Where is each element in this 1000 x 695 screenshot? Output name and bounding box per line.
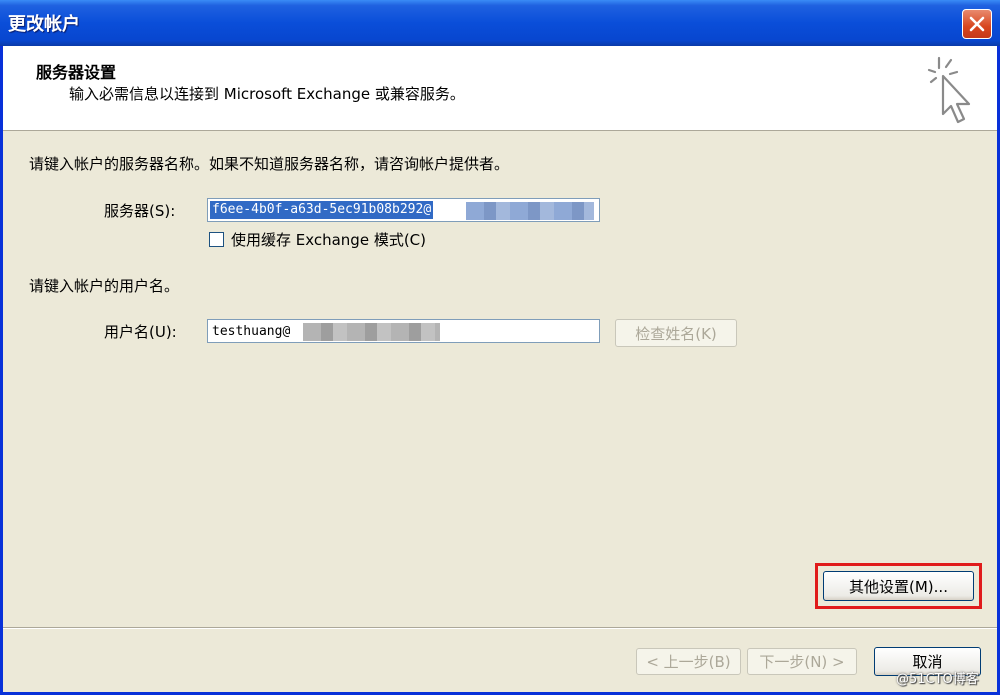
header-subtitle: 输入必需信息以连接到 Microsoft Exchange 或兼容服务。 <box>69 85 465 103</box>
server-input-value: f6ee-4b0f-a63d-5ec91b08b292@ <box>210 201 434 219</box>
check-name-button[interactable]: 检查姓名(K) <box>615 319 737 347</box>
username-input[interactable]: testhuang@ <box>207 319 600 343</box>
username-input-value: testhuang@ <box>212 324 291 339</box>
user-instruction: 请键入帐户的用户名。 <box>29 277 180 295</box>
more-settings-button[interactable]: 其他设置(M)... <box>823 571 974 601</box>
close-x-icon <box>969 16 985 32</box>
back-button[interactable]: < 上一步(B) <box>636 648 741 675</box>
divider <box>3 627 997 629</box>
cached-mode-checkbox[interactable] <box>209 232 224 247</box>
redacted-region <box>303 323 440 341</box>
redacted-region <box>466 202 594 220</box>
username-label: 用户名(U): <box>104 323 177 341</box>
server-input[interactable]: f6ee-4b0f-a63d-5ec91b08b292@ <box>207 198 600 222</box>
server-instruction: 请键入帐户的服务器名称。如果不知道服务器名称，请咨询帐户提供者。 <box>29 155 510 173</box>
window-title: 更改帐户 <box>8 14 80 35</box>
cursor-sparkle-icon <box>927 56 971 124</box>
watermark: @51CTO博客 <box>896 672 979 687</box>
server-label: 服务器(S): <box>104 202 176 220</box>
header-panel: 服务器设置 输入必需信息以连接到 Microsoft Exchange 或兼容服… <box>3 46 997 131</box>
cached-mode-label[interactable]: 使用缓存 Exchange 模式(C) <box>231 229 426 250</box>
next-button[interactable]: 下一步(N) > <box>747 648 857 675</box>
close-button[interactable] <box>962 9 992 39</box>
change-account-dialog: 更改帐户 服务器设置 输入必需信息以连接到 Microsoft Exchange… <box>0 0 1000 695</box>
header-title: 服务器设置 <box>36 63 117 82</box>
title-bar[interactable]: 更改帐户 <box>0 0 1000 46</box>
